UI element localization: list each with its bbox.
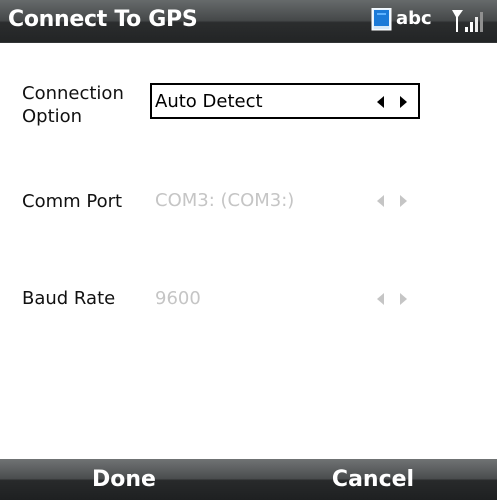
done-softkey[interactable]: Done — [0, 459, 248, 500]
signal-strength-icon — [450, 8, 484, 35]
input-mode-indicator: abc — [396, 8, 432, 29]
right-arrow-icon — [397, 292, 409, 306]
cancel-softkey[interactable]: Cancel — [249, 459, 497, 500]
connection-option-selector[interactable]: Auto Detect — [150, 83, 420, 119]
right-arrow-icon — [397, 194, 409, 208]
connection-option-label: Connection Option — [22, 83, 124, 127]
left-arrow-icon — [375, 194, 387, 208]
left-arrow-icon[interactable] — [375, 95, 387, 109]
comm-port-selector: COM3: (COM3:) — [150, 182, 420, 218]
comm-port-label: Comm Port — [22, 191, 123, 212]
left-arrow-icon — [375, 292, 387, 306]
baud-rate-selector: 9600 — [150, 280, 420, 316]
right-arrow-icon[interactable] — [397, 95, 409, 109]
baud-rate-value: 9600 — [155, 288, 201, 309]
device-icon — [370, 7, 393, 32]
softkey-bar: Done Cancel — [0, 459, 497, 500]
title-bar: Connect To GPS abc — [0, 0, 497, 43]
status-area: abc — [370, 5, 494, 37]
connection-option-value: Auto Detect — [155, 91, 263, 112]
window-title: Connect To GPS — [8, 7, 198, 32]
comm-port-value: COM3: (COM3:) — [155, 190, 295, 211]
baud-rate-label: Baud Rate — [22, 288, 116, 309]
connect-to-gps-screen: Connect To GPS abc Connection Option Aut… — [0, 0, 497, 500]
